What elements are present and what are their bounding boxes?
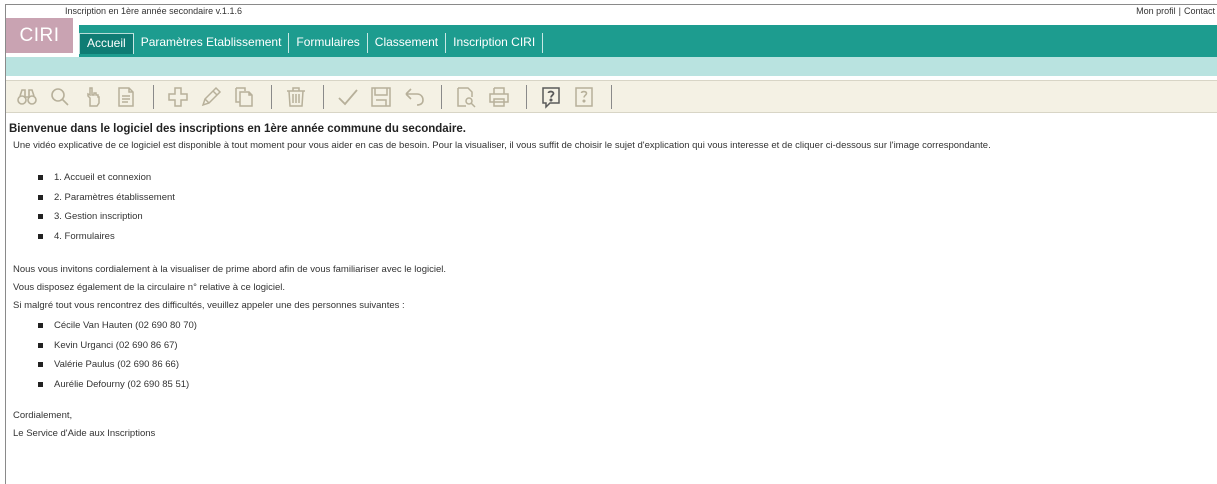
nav-item-inscription-ciri[interactable]: Inscription CIRI [446, 33, 544, 53]
main-nav: Accueil Paramètres Etablissement Formula… [79, 25, 1217, 59]
add-icon[interactable] [163, 84, 193, 110]
toolbar-separator [611, 84, 612, 109]
toolbar-separator [153, 84, 154, 109]
context-help-icon[interactable] [569, 84, 599, 110]
help-icon[interactable] [536, 84, 566, 110]
nav-item-classement[interactable]: Classement [368, 33, 447, 53]
nav-item-parametres-etablissement[interactable]: Paramètres Etablissement [134, 33, 290, 53]
my-profile-link[interactable]: Mon profil [1136, 6, 1176, 16]
main-content: Bienvenue dans le logiciel des inscripti… [9, 123, 1210, 440]
ciri-logo[interactable]: CIRI [6, 18, 73, 53]
video-link-gestion-inscription[interactable]: 3. Gestion inscription [38, 207, 1210, 227]
copy-icon[interactable] [229, 84, 259, 110]
binoculars-icon[interactable] [12, 84, 42, 110]
top-links: Mon profil | Contact [1136, 6, 1215, 16]
video-link-parametres-etablissement[interactable]: 2. Paramètres établissement [38, 188, 1210, 208]
magnifier-icon[interactable] [45, 84, 75, 110]
save-icon[interactable] [366, 84, 396, 110]
welcome-title: Bienvenue dans le logiciel des inscripti… [9, 123, 466, 135]
top-links-separator: | [1178, 6, 1181, 16]
video-link-formulaires[interactable]: 4. Formulaires [38, 227, 1210, 247]
contact-item: Aurélie Defourny (02 690 85 51) [38, 375, 1210, 395]
pencil-icon[interactable] [196, 84, 226, 110]
hand-pointer-icon[interactable] [78, 84, 108, 110]
undo-icon[interactable] [399, 84, 429, 110]
nav-item-formulaires[interactable]: Formulaires [289, 33, 368, 53]
toolbar-separator [441, 84, 442, 109]
contact-item: Cécile Van Hauten (02 690 80 70) [38, 316, 1210, 336]
contact-list: Cécile Van Hauten (02 690 80 70) Kevin U… [38, 316, 1210, 394]
video-link-accueil-connexion[interactable]: 1. Accueil et connexion [38, 168, 1210, 188]
header: CIRI Inscription en 1ère année secondair… [6, 5, 1217, 59]
document-icon[interactable] [111, 84, 141, 110]
nav-item-accueil[interactable]: Accueil [79, 33, 134, 54]
toolbar-separator [271, 84, 272, 109]
sub-header-band [6, 57, 1217, 76]
invite-text: Nous vous invitons cordialement à la vis… [13, 264, 446, 275]
checkmark-icon[interactable] [333, 84, 363, 110]
app-version: Inscription en 1ère année secondaire v.1… [65, 6, 242, 16]
printer-icon[interactable] [484, 84, 514, 110]
toolbar-separator [526, 84, 527, 109]
trash-icon[interactable] [281, 84, 311, 110]
closing-text: Cordialement, [13, 410, 73, 421]
contact-link[interactable]: Contact [1184, 6, 1215, 16]
contact-item: Valérie Paulus (02 690 86 66) [38, 355, 1210, 375]
contact-intro-text: Si malgré tout vous rencontrez des diffi… [13, 300, 405, 311]
video-list: 1. Accueil et connexion 2. Paramètres ét… [38, 168, 1210, 246]
contact-item: Kevin Urganci (02 690 86 67) [38, 336, 1210, 356]
intro-text: Une vidéo explicative de ce logiciel est… [13, 140, 991, 151]
circulaire-text: Vous disposez également de la circulaire… [13, 282, 286, 293]
toolbar [6, 80, 1217, 113]
print-preview-icon[interactable] [451, 84, 481, 110]
signature-text: Le Service d'Aide aux Inscriptions [13, 428, 156, 439]
toolbar-separator [323, 84, 324, 109]
